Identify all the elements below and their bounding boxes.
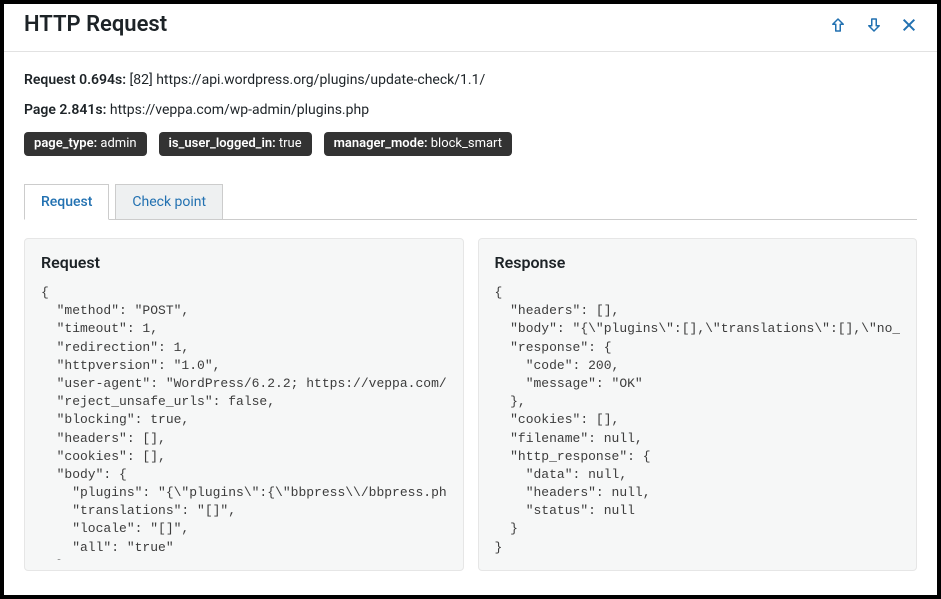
page-summary: Page 2.841s: https://veppa.com/wp-admin/… [24, 102, 917, 118]
page-url: https://veppa.com/wp-admin/plugins.php [110, 102, 369, 118]
tab-request[interactable]: Request [24, 184, 109, 220]
request-label: Request [24, 72, 76, 88]
arrow-down-icon[interactable] [865, 16, 883, 34]
page-time: 2.841s: [59, 102, 106, 118]
titlebar-actions [829, 16, 917, 34]
page-label: Page [24, 102, 56, 118]
tab-checkpoint[interactable]: Check point [115, 184, 223, 219]
modal-title: HTTP Request [24, 12, 167, 37]
request-panel-title: Request [41, 253, 447, 272]
response-body-code[interactable]: { "headers": [], "body": "{\"plugins\":[… [495, 284, 901, 560]
titlebar: HTTP Request [4, 4, 937, 52]
response-panel-title: Response [495, 253, 901, 272]
chip-row: page_type: admin is_user_logged_in: true… [24, 132, 917, 156]
request-body-code[interactable]: { "method": "POST", "timeout": 1, "redir… [41, 284, 447, 560]
chip-page-type: page_type: admin [24, 132, 147, 156]
request-panel: Request { "method": "POST", "timeout": 1… [24, 238, 464, 571]
request-url: https://api.wordpress.org/plugins/update… [156, 72, 485, 88]
panels: Request { "method": "POST", "timeout": 1… [24, 220, 917, 571]
request-id: [82] [130, 72, 153, 88]
chip-manager-mode: manager_mode: block_smart [324, 132, 512, 156]
request-time: 0.694s: [79, 72, 126, 88]
arrow-up-icon[interactable] [829, 16, 847, 34]
close-icon[interactable] [901, 17, 917, 33]
tab-bar: Request Check point [24, 184, 917, 220]
response-panel: Response { "headers": [], "body": "{\"pl… [478, 238, 918, 571]
modal-frame: HTTP Request Request 0.694s: [82] https:… [4, 4, 937, 595]
chip-logged-in: is_user_logged_in: true [159, 132, 312, 156]
request-summary: Request 0.694s: [82] https://api.wordpre… [24, 72, 917, 88]
content-scroll[interactable]: Request 0.694s: [82] https://api.wordpre… [4, 52, 937, 595]
